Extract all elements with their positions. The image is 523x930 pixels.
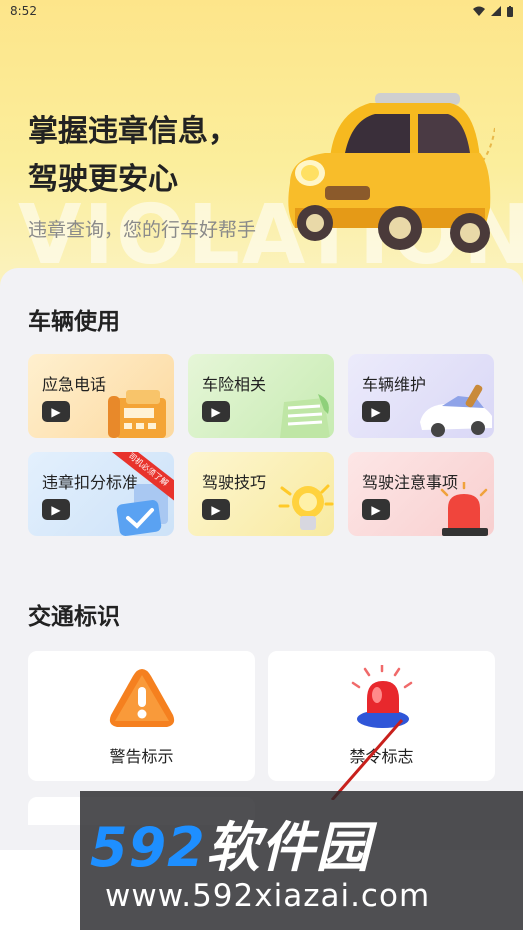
hero-title: 掌握违章信息， 驾驶更安心: [28, 108, 238, 204]
alarm-light-icon: [440, 482, 488, 536]
lightbulb-icon: [278, 484, 334, 530]
card-driving-precautions[interactable]: 驾驶注意事项 ▶: [348, 452, 494, 536]
status-bar: 8:52: [0, 0, 523, 22]
hero-subtitle: 违章查询，您的行车好帮手: [28, 219, 257, 241]
sign-label: 警告标示: [109, 747, 174, 766]
watermark-url: www.592xiazai.com: [105, 878, 431, 914]
status-icons: [473, 5, 513, 17]
hero-banner: VIOLATION 8:52 掌握违章信息， 驾驶更安心 违章查询，您的行车好帮…: [0, 0, 523, 300]
card-vehicle-maintenance[interactable]: 车辆维护 ▶: [348, 354, 494, 438]
card-label: 驾驶技巧: [202, 473, 267, 492]
phone-icon: [108, 390, 166, 438]
card-emergency-phone[interactable]: 应急电话 ▶: [28, 354, 174, 438]
vehicle-section-title: 车辆使用: [28, 309, 120, 335]
card-driving-tips[interactable]: 驾驶技巧 ▶: [188, 452, 334, 536]
card-violation-points[interactable]: 违章扣分标准 ▶ 司机必须了解: [28, 452, 174, 536]
arrow-right-icon: ▶: [362, 401, 390, 422]
watermark-number: 592: [90, 816, 206, 879]
card-insurance[interactable]: 车险相关 ▶: [188, 354, 334, 438]
arrow-right-icon: ▶: [42, 499, 70, 520]
document-icon: [280, 394, 330, 438]
traffic-section-title: 交通标识: [28, 604, 120, 630]
arrow-right-icon: ▶: [202, 499, 230, 520]
card-label: 应急电话: [42, 375, 107, 394]
warning-triangle-icon: [109, 669, 174, 727]
wifi-icon: [473, 6, 485, 16]
watermark-logo: 592软件园: [90, 803, 371, 882]
card-warning-signs[interactable]: 警告标示: [28, 651, 255, 781]
watermark-name: 软件园: [205, 816, 371, 879]
card-label: 车险相关: [202, 375, 267, 394]
pointer-line: [330, 719, 404, 800]
hero-title-line1: 掌握违章信息，: [28, 114, 238, 149]
signal-icon: [491, 6, 501, 16]
arrow-right-icon: ▶: [362, 499, 390, 520]
yellow-car-illustration: [288, 93, 495, 253]
status-time: 8:52: [10, 4, 37, 18]
hero-title-line2: 驾驶更安心: [28, 162, 178, 197]
arrow-right-icon: ▶: [202, 401, 230, 422]
battery-icon: [507, 5, 513, 17]
arrow-right-icon: ▶: [42, 401, 70, 422]
car-wrench-icon: [420, 384, 492, 437]
card-label: 车辆维护: [362, 375, 427, 394]
